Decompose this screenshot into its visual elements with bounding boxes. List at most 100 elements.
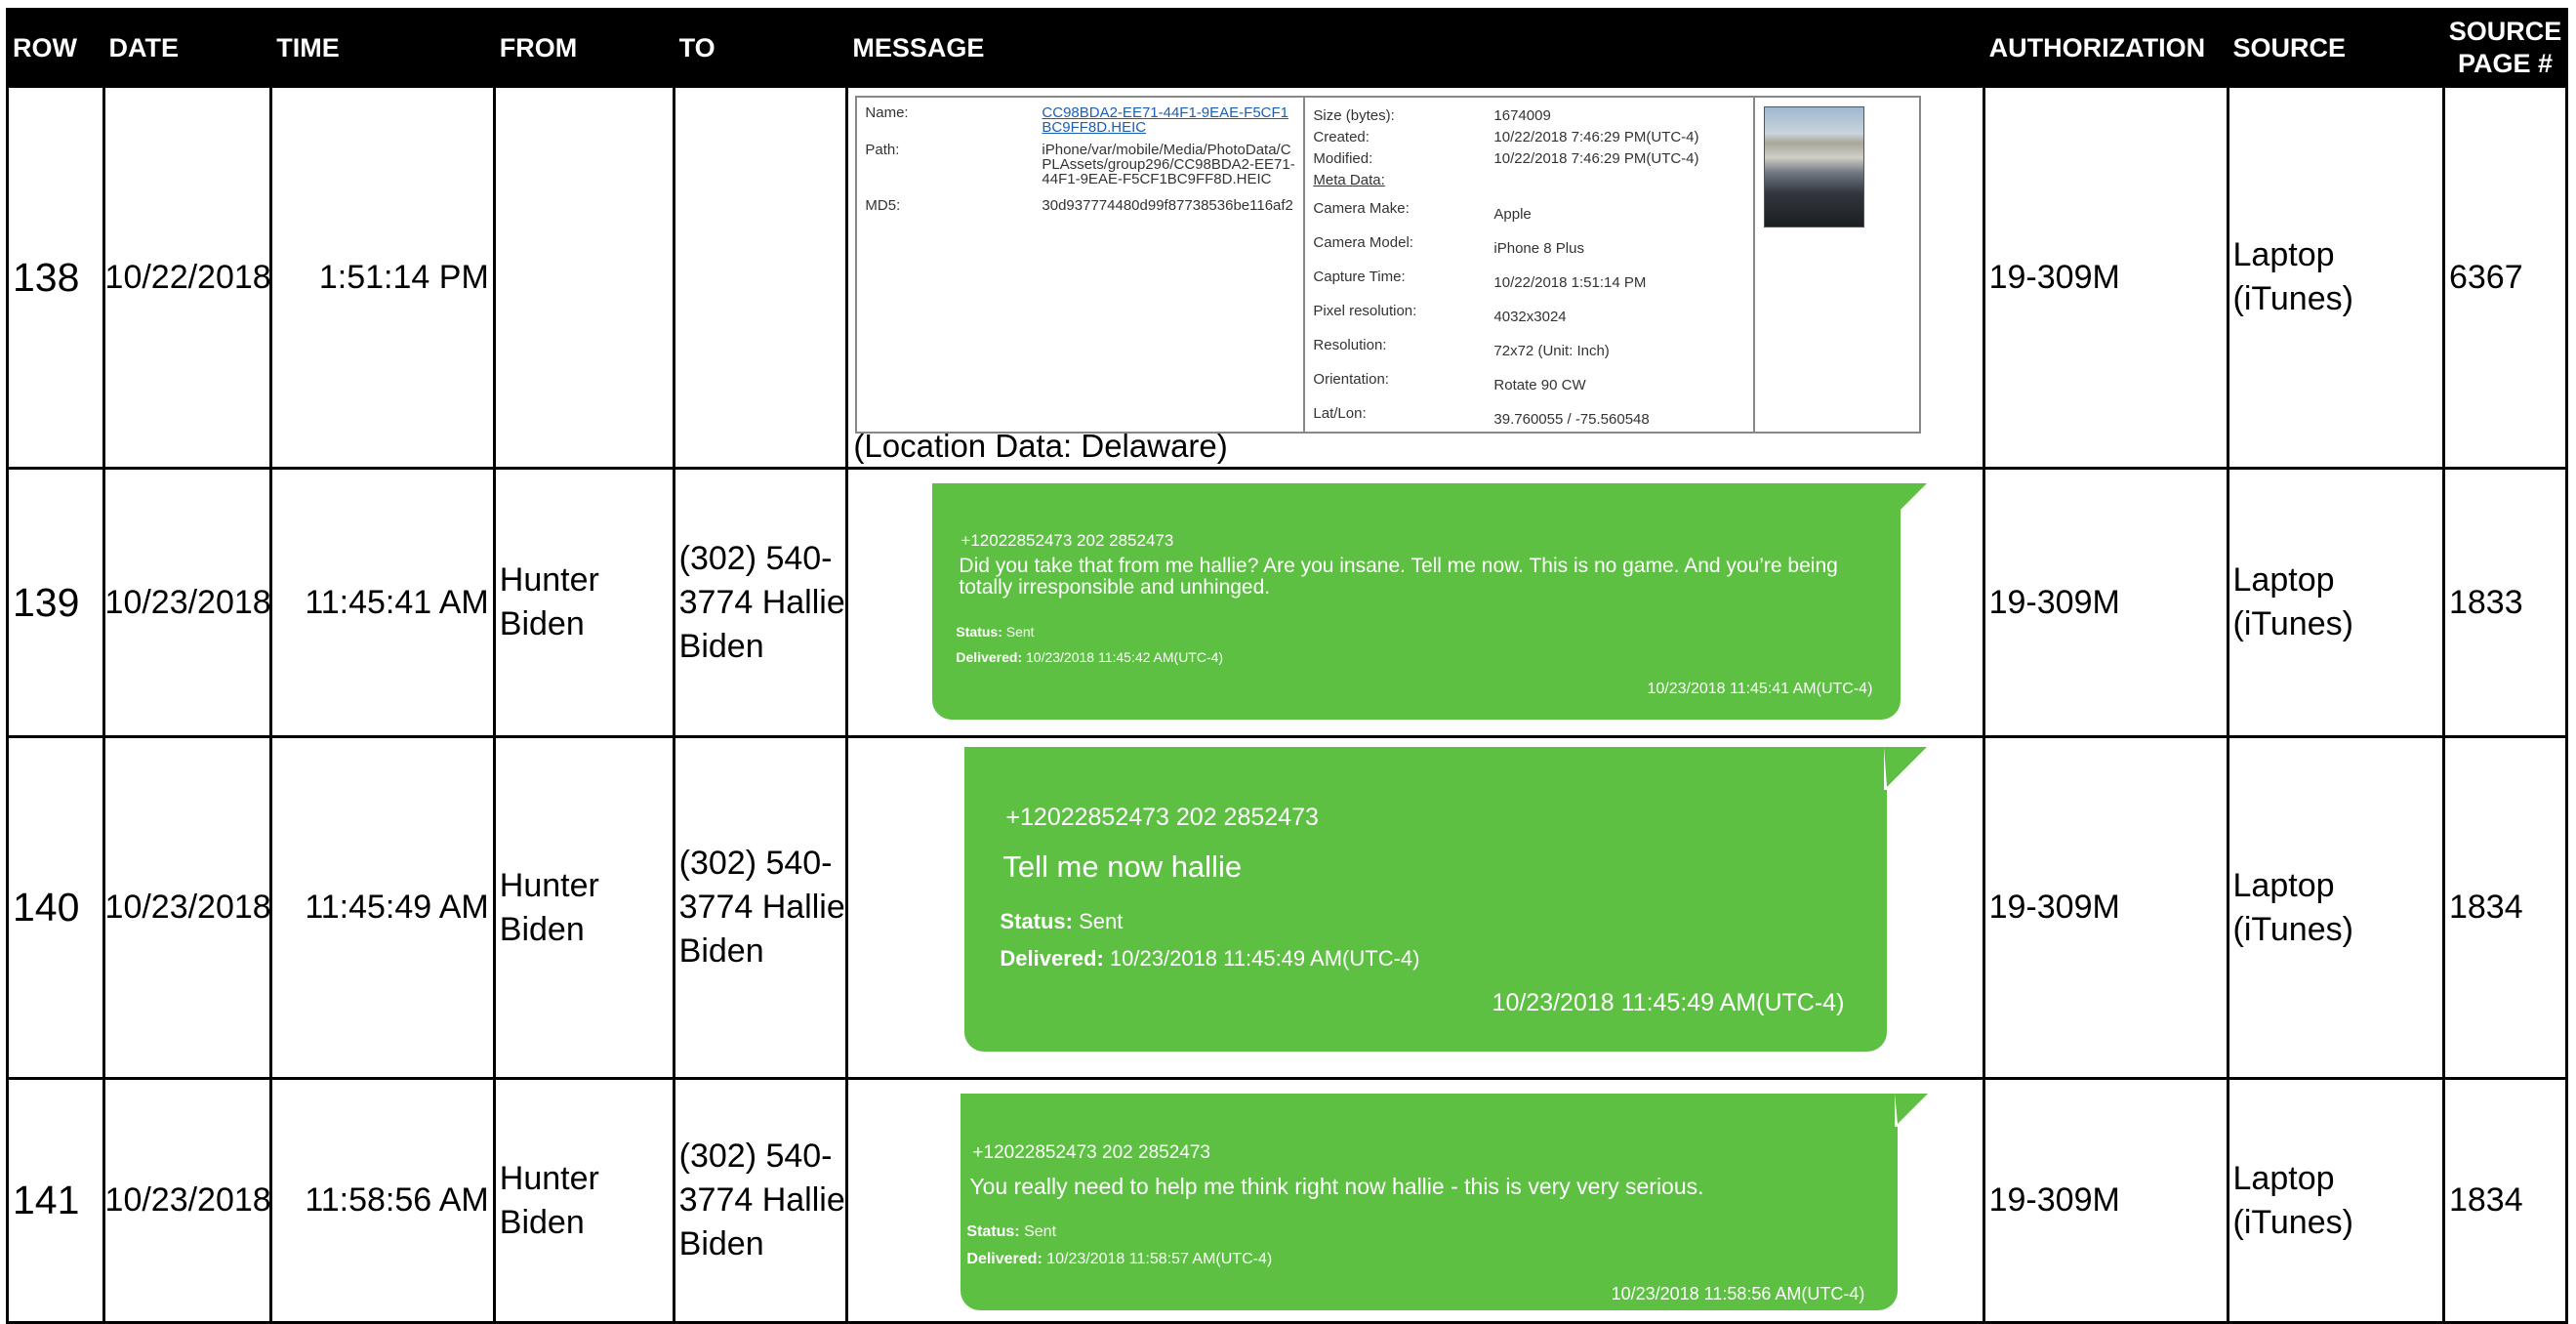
row-number: 141 — [6, 1077, 105, 1324]
table-row: 141 10/23/2018 11:58:56 AM Hunter Biden … — [6, 1077, 2569, 1324]
delivered-label: Delivered: — [956, 649, 1023, 665]
resolution-label: Resolution: — [1313, 336, 1387, 353]
message-timestamp: 10/23/2018 11:58:56 AM(UTC-4) — [1611, 1284, 1865, 1303]
pixel-resolution-label: Pixel resolution: — [1313, 302, 1417, 319]
orientation-label: Orientation: — [1313, 370, 1389, 388]
source-page-cell: 1834 — [2441, 735, 2569, 1080]
source-cell: Laptop (iTunes) — [2226, 735, 2445, 1080]
time-cell: 11:58:56 AM — [269, 1077, 496, 1324]
header-source-page: SOURCE PAGE # — [2441, 8, 2569, 88]
message-timestamp: 10/23/2018 11:45:49 AM(UTC-4) — [1492, 989, 1845, 1016]
md5-value: 30d937774480d99f87738536be116af2 — [1042, 197, 1293, 214]
file-path-value: iPhone/var/mobile/Media/PhotoData/CPLAss… — [1042, 142, 1295, 187]
pixel-resolution-value: 4032x3024 — [1493, 308, 1567, 325]
from-cell: Hunter Biden — [492, 735, 675, 1080]
metadata-label: Meta Data: — [1313, 172, 1385, 188]
pixel-resolution-row: Pixel resolution: 4032x3024 — [1313, 294, 1747, 328]
message-cell: +12022852473 202 2852473 You really need… — [845, 1077, 1985, 1324]
md5-label: MD5: — [865, 197, 901, 214]
file-info-column: Name: CC98BDA2-EE71-44F1-9EAE-F5CF1BC9FF… — [857, 98, 1306, 432]
header-from: FROM — [492, 8, 675, 88]
created-row: Created: 10/22/2018 7:46:29 PM(UTC-4) — [1313, 127, 1747, 148]
row-number: 140 — [6, 735, 105, 1080]
size-row: Size (bytes): 1674009 — [1313, 105, 1747, 127]
delivered-line: Delivered: 10/23/2018 11:45:49 AM(UTC-4) — [1000, 936, 1419, 980]
attachment-card: Name: CC98BDA2-EE71-44F1-9EAE-F5CF1BC9FF… — [855, 96, 1922, 434]
authorization-cell: 19-309M — [1982, 85, 2229, 470]
sender-line: +12022852473 202 2852473 — [1005, 804, 1319, 831]
camera-model-value: iPhone 8 Plus — [1493, 239, 1584, 257]
delivered-line: Delivered: 10/23/2018 11:58:57 AM(UTC-4) — [966, 1237, 1272, 1281]
from-cell — [492, 85, 675, 470]
message-cell: +12022852473 202 2852473 Did you take th… — [845, 467, 1985, 738]
resolution-value: 72x72 (Unit: Inch) — [1493, 342, 1610, 359]
header-time: TIME — [269, 8, 496, 88]
message-cell: Name: CC98BDA2-EE71-44F1-9EAE-F5CF1BC9FF… — [845, 85, 1985, 470]
authorization-cell: 19-309M — [1982, 735, 2229, 1080]
authorization-cell: 19-309M — [1982, 1077, 2229, 1324]
row-number: 138 — [6, 85, 105, 470]
table-header-row: ROW DATE TIME FROM TO MESSAGE AUTHORIZAT… — [6, 8, 2569, 88]
authorization-cell: 19-309M — [1982, 467, 2229, 738]
status-label: Status: — [1000, 909, 1073, 933]
orientation-row: Orientation: Rotate 90 CW — [1313, 362, 1747, 396]
from-cell: Hunter Biden — [492, 467, 675, 738]
source-cell: Laptop (iTunes) — [2226, 467, 2445, 738]
file-path-row: Path: iPhone/var/mobile/Media/PhotoData/… — [865, 143, 1295, 186]
time-cell: 11:45:49 AM — [269, 735, 496, 1080]
location-note: (Location Data: Delaware) — [853, 428, 1228, 464]
size-value: 1674009 — [1493, 107, 1551, 124]
photo-thumbnail[interactable] — [1764, 106, 1865, 228]
header-authorization: AUTHORIZATION — [1982, 8, 2229, 88]
table-row: 139 10/23/2018 11:45:41 AM Hunter Biden … — [6, 467, 2569, 738]
modified-label: Modified: — [1313, 150, 1373, 167]
delivered-value: 10/23/2018 11:45:42 AM(UTC-4) — [1026, 649, 1224, 665]
capture-time-label: Capture Time: — [1313, 268, 1406, 285]
header-source: SOURCE — [2226, 8, 2445, 88]
latlon-row: Lat/Lon: 39.760055 / -75.560548 — [1313, 396, 1747, 431]
modified-row: Modified: 10/22/2018 7:46:29 PM(UTC-4) — [1313, 148, 1747, 170]
delivered-label: Delivered: — [966, 1251, 1043, 1267]
camera-metadata: Camera Make: Apple Camera Model: iPhone 8 … — [1313, 191, 1747, 431]
from-cell: Hunter Biden — [492, 1077, 675, 1324]
table-row: 138 10/22/2018 1:51:14 PM Name: CC98BDA2… — [6, 85, 2569, 470]
latlon-label: Lat/Lon: — [1313, 404, 1367, 422]
modified-value: 10/22/2018 7:46:29 PM(UTC-4) — [1493, 150, 1699, 167]
delivered-label: Delivered: — [1000, 946, 1104, 971]
source-cell: Laptop (iTunes) — [2226, 85, 2445, 470]
to-cell: (302) 540-3774 Hallie Biden — [672, 735, 849, 1080]
message-bubble: +12022852473 202 2852473 Did you take th… — [932, 483, 1928, 720]
delivered-value: 10/23/2018 11:45:49 AM(UTC-4) — [1109, 946, 1420, 971]
source-page-cell: 1834 — [2441, 1077, 2569, 1324]
camera-model-row: Camera Model: iPhone 8 Plus — [1313, 226, 1747, 260]
file-name-link[interactable]: CC98BDA2-EE71-44F1-9EAE-F5CF1BC9FF8D.HEI… — [1042, 105, 1295, 135]
date-cell: 10/23/2018 — [102, 1077, 273, 1324]
size-label: Size (bytes): — [1313, 107, 1395, 124]
status-value: Sent — [1079, 909, 1124, 933]
sender-line: +12022852473 202 2852473 — [972, 1142, 1210, 1163]
latlon-value: 39.760055 / -75.560548 — [1493, 410, 1650, 428]
header-to: TO — [672, 8, 849, 88]
message-text: You really need to help me think right n… — [969, 1174, 1704, 1199]
created-label: Created: — [1313, 129, 1370, 145]
message-timestamp: 10/23/2018 11:45:41 AM(UTC-4) — [1647, 681, 1873, 697]
metadata-column: Size (bytes): 1674009 Created: 10/22/2018 … — [1305, 98, 1756, 432]
header-message: MESSAGE — [845, 8, 1985, 88]
date-cell: 10/23/2018 — [102, 735, 273, 1080]
message-cell: +12022852473 202 2852473 Tell me now hal… — [845, 735, 1985, 1080]
message-text: Did you take that from me hallie? Are yo… — [959, 555, 1838, 599]
message-bubble: +12022852473 202 2852473 You really need… — [961, 1094, 1929, 1310]
delivered-value: 10/23/2018 11:58:57 AM(UTC-4) — [1046, 1251, 1273, 1267]
time-cell: 11:45:41 AM — [269, 467, 496, 738]
table-row: 140 10/23/2018 11:45:49 AM Hunter Biden … — [6, 735, 2569, 1080]
delivered-line: Delivered: 10/23/2018 11:45:42 AM(UTC-4) — [956, 636, 1223, 680]
capture-time-value: 10/22/2018 1:51:14 PM — [1493, 273, 1647, 291]
message-text: Tell me now hallie — [1002, 849, 1243, 884]
header-date: DATE — [102, 8, 273, 88]
bubble-tail-icon — [1895, 1094, 1929, 1127]
source-cell: Laptop (iTunes) — [2226, 1077, 2445, 1324]
metadata-header-row: Meta Data: — [1313, 170, 1747, 191]
file-name-label: Name: — [865, 104, 909, 121]
capture-time-row: Capture Time: 10/22/2018 1:51:14 PM — [1313, 260, 1747, 294]
created-value: 10/22/2018 7:46:29 PM(UTC-4) — [1493, 129, 1699, 145]
